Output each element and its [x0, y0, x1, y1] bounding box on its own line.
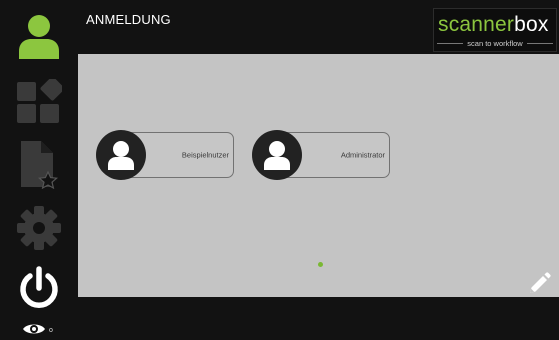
gear-icon: [16, 205, 62, 251]
logo-text: scannerbox: [438, 12, 549, 38]
power-icon: [17, 266, 61, 312]
divider: [437, 43, 464, 44]
visibility-toggle[interactable]: o: [22, 322, 53, 340]
sidebar-item-user[interactable]: [0, 8, 78, 64]
user-avatar-icon[interactable]: [252, 130, 302, 180]
user-icon: [17, 11, 61, 61]
sidebar-item-power[interactable]: [0, 264, 78, 314]
user-selection-panel: Beispielnutzer Administrator: [78, 54, 559, 297]
apps-grid-icon: [16, 79, 62, 123]
document-star-icon: [19, 139, 59, 189]
eye-icon: [22, 322, 46, 340]
logo-tagline-row: scan to workflow: [434, 39, 556, 48]
sidebar-item-favorite-documents[interactable]: [0, 138, 78, 190]
divider: [526, 43, 553, 44]
sidebar: o: [0, 0, 78, 340]
user-avatar-icon[interactable]: [96, 130, 146, 180]
app-root: o ANMELDUNG scannerbox scan to workflow …: [0, 0, 559, 340]
page-title: ANMELDUNG: [86, 12, 171, 27]
footer-bar: [78, 297, 559, 340]
logo-text-part1: scanner: [438, 13, 515, 36]
sidebar-item-apps[interactable]: [0, 76, 78, 126]
logo-text-part2: box: [514, 13, 549, 36]
user-card-label: Administrator: [340, 150, 385, 160]
sidebar-item-settings[interactable]: [0, 202, 78, 254]
user-card-label: Beispielnutzer: [181, 150, 229, 160]
edit-button[interactable]: [527, 272, 551, 296]
scannerbox-logo: scannerbox scan to workflow: [433, 8, 557, 52]
logo-tagline: scan to workflow: [467, 39, 523, 48]
visibility-mark: o: [49, 327, 53, 334]
pagination-dot[interactable]: [318, 262, 323, 267]
